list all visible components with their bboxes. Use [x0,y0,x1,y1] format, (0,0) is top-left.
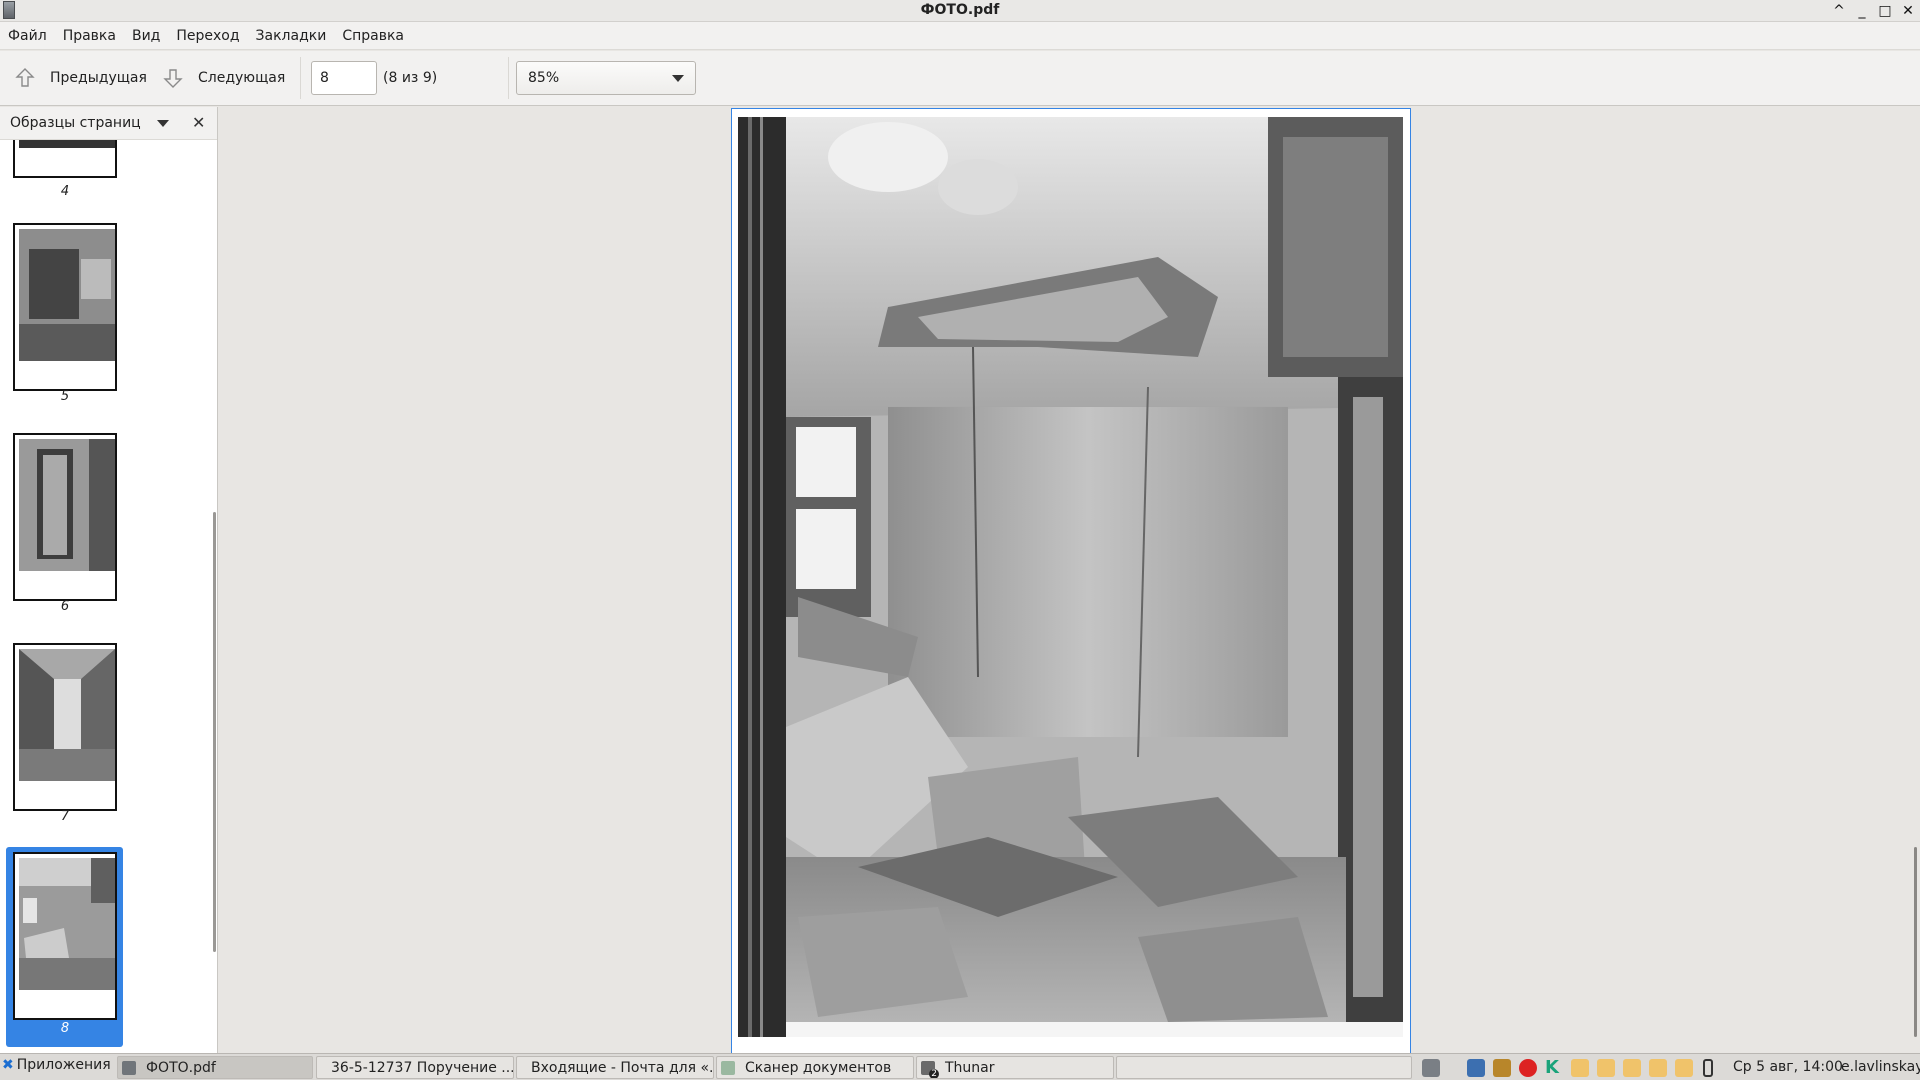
pdf-page [731,108,1411,1053]
kaspersky-icon[interactable]: K [1545,1059,1563,1077]
thumbnail-label: 4 [60,184,70,199]
menu-help[interactable]: Справка [336,28,410,44]
sidebar-scrollbar[interactable] [213,512,216,952]
thumbnail-image [19,229,115,361]
taskbar: ✖ Приложения ФОТО.pdf 36-5-12737 Поручен… [0,1053,1920,1080]
document-view[interactable] [219,107,1920,1053]
close-window-button[interactable]: ✕ [1897,0,1919,22]
zoom-value: 85% [528,70,560,86]
thumbnail-label: 7 [60,809,70,824]
next-label: Следующая [198,70,286,86]
taskbar-item-mail[interactable]: Входящие - Почта для «... [516,1056,714,1079]
applications-label: Приложения [16,1057,111,1073]
folder-tray-icon[interactable] [1571,1059,1589,1077]
taskbar-item-foto[interactable]: ФОТО.pdf [117,1056,313,1079]
menu-go[interactable]: Переход [170,28,245,44]
sidebar-close-icon[interactable]: ✕ [192,113,205,132]
taskbar-item-thunar[interactable]: 2 Thunar [916,1056,1114,1079]
folder-icon: 2 [921,1060,939,1078]
thumbnail-image [19,649,115,781]
battery-icon[interactable] [1703,1059,1713,1077]
page-number-input[interactable]: 8 [311,61,377,95]
page-thumbnail-selected[interactable] [13,852,117,1020]
scanned-photo [738,117,1403,1037]
taskbar-empty-slot[interactable] [1116,1056,1412,1079]
arrow-down-icon [163,69,183,88]
page-count: (8 из 9) [383,70,438,86]
task-label: Сканер документов [745,1059,892,1076]
taskbar-item-browser[interactable]: 36-5-12737 Поручение ... [316,1056,514,1079]
thumbnail-label: 5 [60,389,70,404]
minimize-button[interactable]: _ [1851,0,1873,22]
pdf-tray-icon[interactable] [1422,1059,1440,1077]
document-icon [122,1060,136,1075]
user-name[interactable]: e.lavlinskaya [1841,1059,1920,1075]
toolbar-separator [508,57,509,99]
task-label: Входящие - Почта для «... [531,1059,714,1076]
chevron-down-icon [672,75,684,82]
menu-file[interactable]: Файл [2,28,53,44]
page-thumbnail[interactable] [13,223,117,391]
maximize-button[interactable]: □ [1874,0,1896,22]
thumbnail-image [19,858,115,990]
app-red-icon[interactable] [1519,1059,1537,1077]
page-thumbnail[interactable] [13,140,117,178]
sidebar-header: Образцы страниц ✕ [0,107,217,140]
sidebar-dropdown-icon[interactable] [157,120,169,127]
window-up-icon[interactable]: ^ [1828,0,1850,22]
folder-tray-icon[interactable] [1649,1059,1667,1077]
menu-view[interactable]: Вид [126,28,166,44]
sidebar: Образцы страниц ✕ 4 5 6 7 8 [0,107,218,1053]
thumbnail-image [19,140,115,148]
window-title: ФОТО.pdf [920,2,1000,18]
toolbar-separator [300,57,301,99]
menu-bar: Файл Правка Вид Переход Закладки Справка [0,22,1920,50]
folder-tray-icon[interactable] [1623,1059,1641,1077]
sidebar-title: Образцы страниц [10,115,141,131]
title-bar: ФОТО.pdf ^ _ □ ✕ [0,0,1920,22]
thumbnail-list[interactable]: 4 5 6 7 8 [0,140,212,1053]
menu-bookmarks[interactable]: Закладки [250,28,333,44]
thumbnail-label: 8 [60,1021,70,1036]
task-label: ФОТО.pdf [146,1059,216,1076]
task-label: 36-5-12737 Поручение ... [331,1059,514,1076]
taskbar-item-scanner[interactable]: Сканер документов [716,1056,914,1079]
menu-edit[interactable]: Правка [57,28,122,44]
xfce-icon: ✖ [2,1057,14,1073]
folder-tray-icon[interactable] [1675,1059,1693,1077]
arrow-up-icon [15,68,35,87]
clipboard-icon[interactable] [1493,1059,1511,1077]
document-scrollbar[interactable] [1914,847,1917,1037]
applications-menu-button[interactable]: ✖ Приложения [2,1057,111,1073]
previous-label: Предыдущая [50,70,147,86]
folder-tray-icon[interactable] [1597,1059,1615,1077]
thumbnail-image [19,439,115,571]
scanner-icon [721,1060,735,1075]
clock[interactable]: Ср 5 авг, 14:00 [1733,1059,1843,1075]
thumbnail-label: 6 [60,599,70,614]
toolbar: Предыдущая Следующая 8 (8 из 9) 85% [0,51,1920,106]
badge-count: 2 [929,1068,939,1079]
zoom-select[interactable]: 85% [516,61,696,95]
page-thumbnail[interactable] [13,433,117,601]
next-page-button[interactable]: Следующая [162,63,285,93]
page-thumbnail[interactable] [13,643,117,811]
task-label: Thunar [945,1059,995,1076]
network-icon[interactable] [1467,1059,1485,1077]
previous-page-button[interactable]: Предыдущая [14,63,147,93]
